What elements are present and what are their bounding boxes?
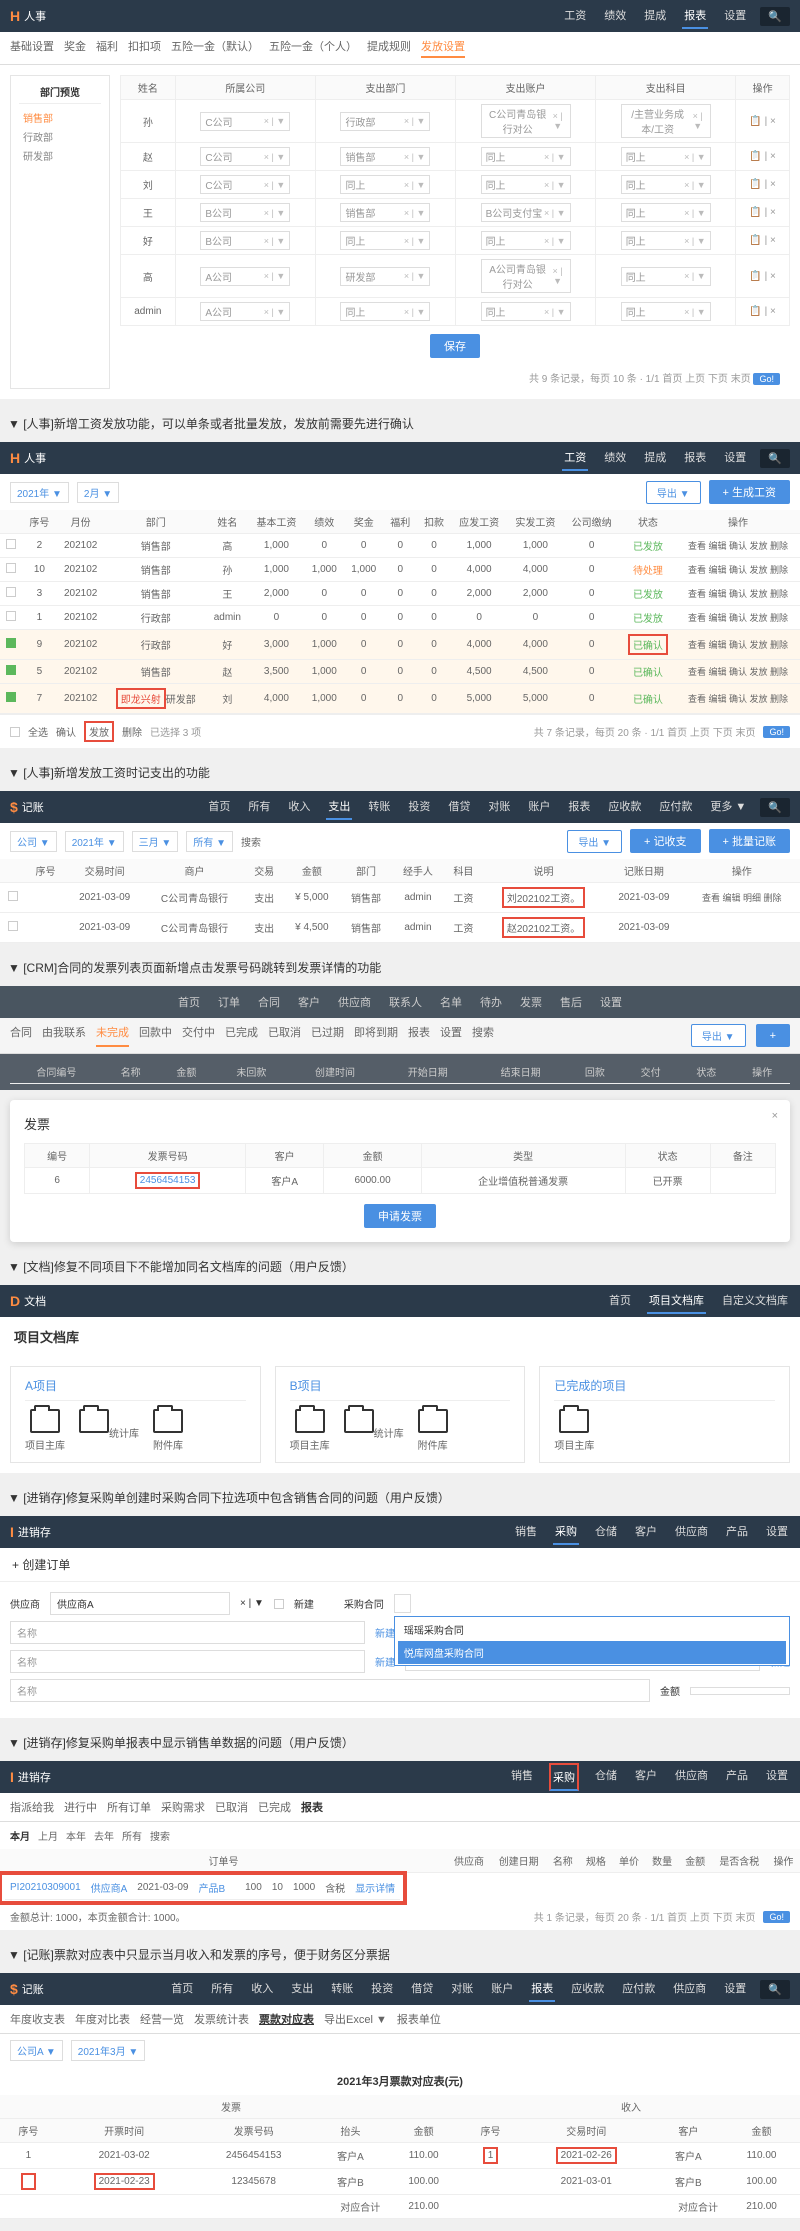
acc2-topbar: $记账 首页所有收入支出转账投资借贷对账账户报表应收款应付款供应商设置 🔍: [0, 1973, 800, 2005]
year-filter[interactable]: 2021年 ▼: [10, 482, 69, 503]
close-icon[interactable]: ×: [772, 1110, 778, 1122]
export-button[interactable]: 导出 ▼: [646, 481, 701, 504]
nav-comm[interactable]: 提成: [642, 3, 668, 29]
nav-settings[interactable]: 设置: [722, 3, 748, 29]
hr-subnav: 基础设置 奖金 福利 扣扣项 五险一金（默认） 五险一金（个人） 提成规则 发放…: [0, 32, 800, 65]
caption-7: ▼ [记账]票款对应表中只显示当月收入和发票的序号，便于财务区分票据: [0, 1942, 800, 1967]
folder-icon: [30, 1409, 60, 1433]
batch-payout[interactable]: 发放: [84, 721, 114, 742]
apply-invoice-button[interactable]: 申请发票: [364, 1204, 436, 1228]
payout-table: 姓名所属公司支出部门支出账户支出科目操作 孙C公司× | ▼行政部× | ▼C公…: [120, 75, 790, 326]
folder-icon: [153, 1409, 183, 1433]
folder-icon: [559, 1409, 589, 1433]
export-button[interactable]: 导出 ▼: [567, 830, 622, 853]
crm-topbar: 首页订单合同客户供应商联系人名单待办发票售后设置: [0, 986, 800, 1018]
search-icon[interactable]: 🔍: [760, 449, 790, 468]
dept-rd[interactable]: 研发部: [19, 146, 101, 165]
nav-purchase[interactable]: 采购: [549, 1763, 579, 1791]
subnav-payout-settings[interactable]: 发放设置: [421, 38, 465, 58]
save-button[interactable]: 保存: [430, 334, 480, 358]
doc-card: B项目项目主库统计库附件库: [275, 1366, 526, 1463]
dept-sidebar: 部门预览 销售部 行政部 研发部: [10, 75, 110, 389]
report-title: 2021年3月票款对应表(元): [0, 2067, 800, 2095]
generate-salary-button[interactable]: + 生成工资: [709, 480, 790, 504]
contract-dropdown-menu: 瑶瑶采购合同 悦库网盘采购合同: [394, 1616, 790, 1666]
nav-project-doc[interactable]: 项目文档库: [647, 1288, 706, 1314]
caption-3: ▼ [CRM]合同的发票列表页面新增点击发票号码跳转到发票详情的功能: [0, 955, 800, 980]
create-order-title: + 创建订单: [0, 1548, 800, 1582]
subnav-report[interactable]: 报表: [301, 1799, 323, 1815]
select-all-checkbox[interactable]: [10, 727, 20, 737]
nav-report[interactable]: 报表: [682, 3, 708, 29]
caption-2: ▼ [人事]新增发放工资时记支出的功能: [0, 760, 800, 785]
nav-salary[interactable]: 工资: [562, 3, 588, 29]
invoice-number-link[interactable]: 2456454153: [135, 1172, 201, 1189]
nav-perf[interactable]: 绩效: [602, 3, 628, 29]
folder-icon: [79, 1409, 109, 1433]
dept-admin[interactable]: 行政部: [19, 127, 101, 146]
go-button[interactable]: Go!: [763, 726, 790, 738]
supplier-input[interactable]: 供应商A: [50, 1592, 230, 1615]
po-number-link[interactable]: PI20210309001: [10, 1882, 81, 1893]
caption-5: ▼ [进销存]修复采购单创建时采购合同下拉选项中包含销售合同的问题（用户反馈）: [0, 1485, 800, 1510]
trans-table: 序号交易时间商户交易金额部门经手人科目说明记账日期操作 2021-03-09C公…: [0, 859, 800, 943]
caption-6: ▼ [进销存]修复采购单报表中显示销售单数据的问题（用户反馈）: [0, 1730, 800, 1755]
contract-option-1[interactable]: 瑶瑶采购合同: [398, 1618, 786, 1641]
po2-topbar: I进销存 销售 采购 仓储 客户 供应商 产品 设置: [0, 1761, 800, 1793]
hr-brand: 人事: [24, 8, 46, 24]
doc-card: 已完成的项目项目主库: [539, 1366, 790, 1463]
folder-icon: [295, 1409, 325, 1433]
invoice-modal: × 发票 编号发票号码客户金额类型状态备注 6 2456454153 客户A 6…: [10, 1100, 790, 1242]
salary-table: 序号月份部门姓名基本工资绩效奖金福利扣款应发工资实发工资公司缴纳状态操作 220…: [0, 510, 800, 714]
caption-1: ▼ [人事]新增工资发放功能，可以单条或者批量发放，发放前需要先进行确认: [0, 411, 800, 436]
modal-title: 发票: [24, 1114, 776, 1133]
search-icon[interactable]: 🔍: [760, 1980, 790, 1999]
search-icon[interactable]: 🔍: [760, 798, 790, 817]
hr2-topbar: H人事 工资 绩效 提成 报表 设置 🔍: [0, 442, 800, 474]
po-report-table: 订单号供应商创建日期名称规格单价数量金额是否含税操作 PI20210309001…: [0, 1849, 800, 1903]
caption-4: ▼ [文档]修复不同项目下不能增加同名文档库的问题（用户反馈）: [0, 1254, 800, 1279]
acc-topbar: $记账 首页所有收入支出转账投资借贷对账账户报表应收款应付款更多 ▼ 🔍: [0, 791, 800, 823]
batch-add-button[interactable]: + 批量记账: [709, 829, 790, 853]
month-filter[interactable]: 2月 ▼: [77, 482, 119, 503]
search-icon[interactable]: 🔍: [760, 7, 790, 26]
doc-card: A项目项目主库统计库附件库: [10, 1366, 261, 1463]
doc-topbar: D文档 首页 项目文档库 自定义文档库: [0, 1285, 800, 1317]
folder-icon: [418, 1409, 448, 1433]
contract-dropdown[interactable]: [394, 1594, 411, 1613]
po-topbar: I进销存 销售采购仓储客户供应商产品设置: [0, 1516, 800, 1548]
doc-title: 项目文档库: [0, 1317, 800, 1356]
dept-sales[interactable]: 销售部: [19, 108, 101, 127]
go-button[interactable]: Go!: [753, 373, 780, 385]
hr-nav: 工资 绩效 提成 报表 设置: [562, 3, 748, 29]
hr-topbar: H 人事 工资 绩效 提成 报表 设置 🔍: [0, 0, 800, 32]
invoice-payment-table: 发票收入 序号开票时间发票号码抬头金额序号交易时间客户金额 12021-03-0…: [0, 2095, 800, 2219]
nav-salary[interactable]: 工资: [562, 445, 588, 471]
contract-option-2[interactable]: 悦库网盘采购合同: [398, 1641, 786, 1664]
folder-icon: [344, 1409, 374, 1433]
add-trans-button[interactable]: + 记收支: [630, 829, 700, 853]
